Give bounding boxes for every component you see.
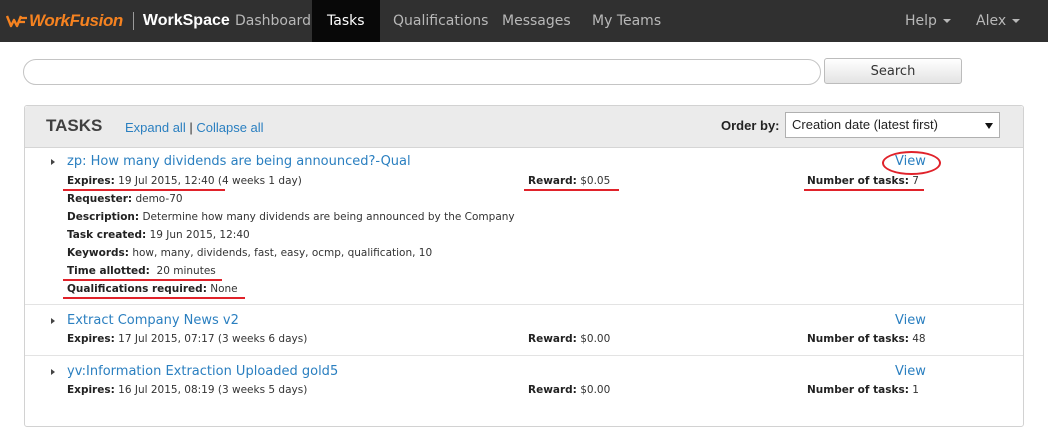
- qualifications-value: None: [210, 283, 238, 295]
- annotation-underline: [63, 189, 225, 191]
- annotation-underline: [63, 297, 245, 299]
- order-by-select[interactable]: Creation date (latest first): [785, 112, 1000, 138]
- keywords-value: how, many, dividends, fast, easy, ocmp, …: [132, 247, 433, 259]
- reward-label: Reward:: [528, 175, 577, 187]
- description-line: Description: Determine how many dividend…: [67, 211, 515, 223]
- annotation-underline: [63, 279, 222, 281]
- time-allotted-value: 20 minutes: [156, 265, 216, 277]
- qualifications-line: Qualifications required: None: [67, 283, 238, 295]
- expires-relative: (3 weeks 5 days): [217, 384, 308, 396]
- number-of-tasks-label: Number of tasks:: [807, 175, 909, 187]
- expires-label: Expires:: [67, 333, 115, 345]
- order-by-value: Creation date (latest first): [792, 117, 938, 132]
- description-value: Determine how many dividends are being a…: [142, 211, 515, 223]
- workfusion-logo-icon: [6, 15, 27, 28]
- reward-line: Reward: $0.00: [528, 333, 610, 345]
- reward-label: Reward:: [528, 384, 577, 396]
- expires-line: Expires: 16 Jul 2015, 08:19 (3 weeks 5 d…: [67, 384, 307, 396]
- annotation-underline: [804, 189, 924, 191]
- expand-collapse-links: Expand all | Collapse all: [125, 120, 264, 135]
- qualifications-label: Qualifications required:: [67, 283, 207, 295]
- expand-arrow-icon[interactable]: [51, 369, 55, 375]
- nav-tasks[interactable]: Tasks: [312, 0, 380, 42]
- number-of-tasks-label: Number of tasks:: [807, 384, 909, 396]
- task-created-value: 19 Jun 2015, 12:40: [149, 229, 250, 241]
- user-menu-dropdown[interactable]: Alex: [961, 0, 1035, 42]
- expires-label: Expires:: [67, 175, 115, 187]
- task-title-link[interactable]: Extract Company News v2: [67, 313, 239, 328]
- brand-divider: [132, 12, 134, 30]
- task-row: zp: How many dividends are being announc…: [25, 148, 1023, 305]
- expand-arrow-icon[interactable]: [51, 318, 55, 324]
- task-row: Extract Company News v2 View Expires: 17…: [25, 305, 1023, 356]
- collapse-all-link[interactable]: Collapse all: [196, 120, 263, 135]
- reward-line: Reward: $0.00: [528, 384, 610, 396]
- requester-value: demo-70: [135, 193, 183, 205]
- view-link[interactable]: View: [895, 364, 926, 379]
- expires-line: Expires: 19 Jul 2015, 12:40 (4 weeks 1 d…: [67, 175, 302, 187]
- nav-dashboard[interactable]: Dashboard: [220, 0, 326, 42]
- number-of-tasks-line: Number of tasks: 48: [807, 333, 926, 345]
- expand-all-link[interactable]: Expand all: [125, 120, 186, 135]
- reward-value: $0.00: [580, 333, 611, 345]
- panel-header: TASKS Expand all | Collapse all Order by…: [25, 106, 1023, 148]
- keywords-label: Keywords:: [67, 247, 129, 259]
- requester-label: Requester:: [67, 193, 133, 205]
- nav-help-dropdown[interactable]: Help: [890, 0, 966, 42]
- task-created-line: Task created: 19 Jun 2015, 12:40: [67, 229, 250, 241]
- number-of-tasks-value: 1: [912, 384, 919, 396]
- view-link[interactable]: View: [895, 313, 926, 328]
- description-label: Description:: [67, 211, 140, 223]
- expires-line: Expires: 17 Jul 2015, 07:17 (3 weeks 6 d…: [67, 333, 307, 345]
- expires-value: 19 Jul 2015, 12:40: [118, 175, 215, 187]
- brand-name: WorkFusion: [29, 11, 123, 30]
- product-name: WorkSpace: [142, 12, 230, 29]
- time-allotted-label: Time allotted:: [67, 265, 150, 277]
- brand[interactable]: WorkFusion WorkSpace: [6, 0, 230, 42]
- expires-label: Expires:: [67, 384, 115, 396]
- task-created-label: Task created:: [67, 229, 147, 241]
- link-separator: |: [189, 120, 193, 135]
- search-button[interactable]: Search: [824, 58, 962, 84]
- top-navbar: WorkFusion WorkSpace Dashboard Tasks Qua…: [0, 0, 1048, 42]
- expires-relative: (4 weeks 1 day): [217, 175, 302, 187]
- time-allotted-line: Time allotted: 20 minutes: [67, 265, 216, 277]
- number-of-tasks-value: 48: [912, 333, 926, 345]
- expires-value: 17 Jul 2015, 07:17: [118, 333, 215, 345]
- keywords-line: Keywords: how, many, dividends, fast, ea…: [67, 247, 432, 259]
- task-title-link[interactable]: yv:Information Extraction Uploaded gold5: [67, 364, 338, 379]
- nav-qualifications[interactable]: Qualifications: [378, 0, 503, 42]
- expires-value: 16 Jul 2015, 08:19: [118, 384, 215, 396]
- reward-value: $0.05: [580, 175, 611, 187]
- tasks-panel: TASKS Expand all | Collapse all Order by…: [24, 105, 1024, 427]
- chevron-down-icon: [942, 19, 951, 23]
- reward-value: $0.00: [580, 384, 611, 396]
- user-label: Alex: [976, 13, 1007, 29]
- panel-title: TASKS: [46, 116, 103, 135]
- reward-label: Reward:: [528, 333, 577, 345]
- annotation-circle: [882, 151, 941, 175]
- annotation-underline: [524, 189, 619, 191]
- expires-relative: (3 weeks 6 days): [217, 333, 308, 345]
- order-by-label: Order by:: [721, 118, 780, 133]
- help-label: Help: [905, 13, 937, 29]
- number-of-tasks-line: Number of tasks: 1: [807, 384, 919, 396]
- number-of-tasks-line: Number of tasks: 7: [807, 175, 919, 187]
- number-of-tasks-label: Number of tasks:: [807, 333, 909, 345]
- nav-my-teams[interactable]: My Teams: [577, 0, 676, 42]
- task-row: yv:Information Extraction Uploaded gold5…: [25, 356, 1023, 416]
- chevron-down-icon: [1012, 19, 1021, 23]
- requester-line: Requester: demo-70: [67, 193, 183, 205]
- expand-arrow-icon[interactable]: [51, 159, 55, 165]
- task-title-link[interactable]: zp: How many dividends are being announc…: [67, 154, 411, 169]
- dropdown-arrow-icon: [985, 123, 993, 129]
- search-input[interactable]: [23, 59, 821, 85]
- reward-line: Reward: $0.05: [528, 175, 610, 187]
- nav-messages[interactable]: Messages: [487, 0, 586, 42]
- number-of-tasks-value: 7: [912, 175, 919, 187]
